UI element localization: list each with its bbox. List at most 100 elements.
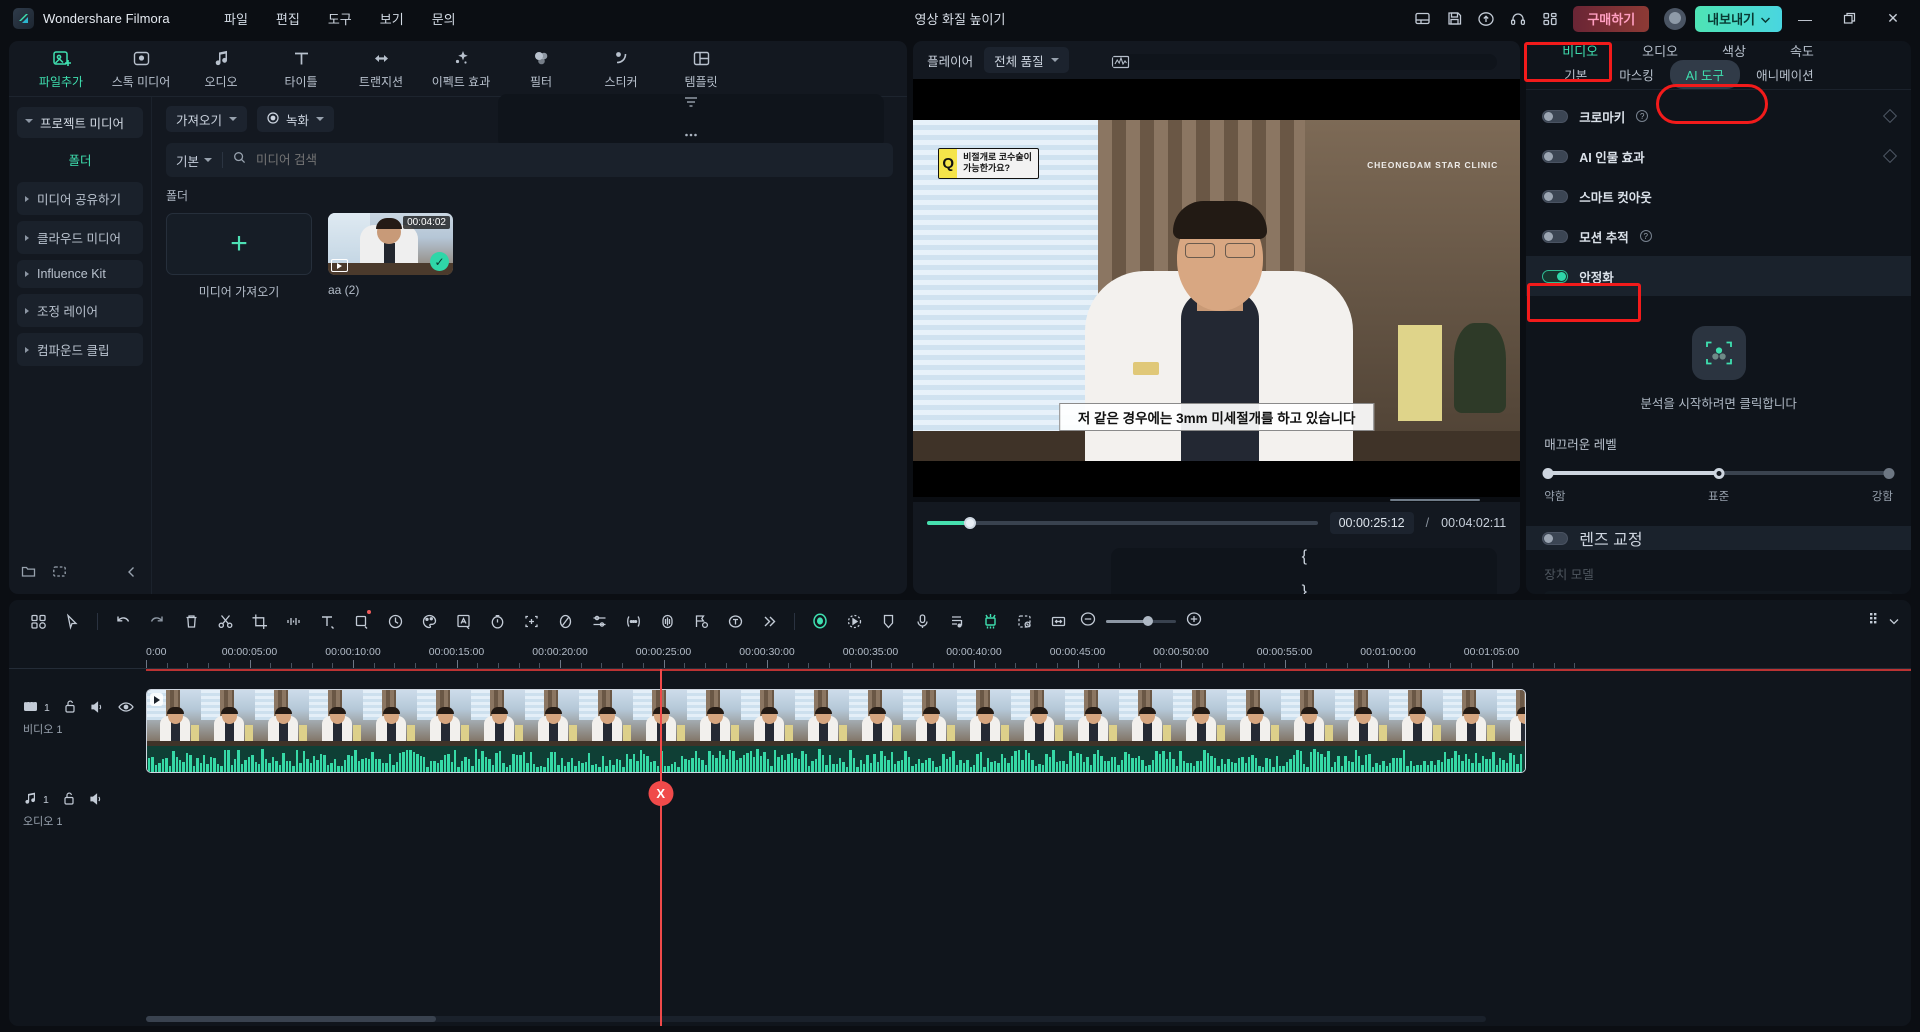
layout-grid-icon[interactable]: [21, 606, 55, 636]
nav-transition[interactable]: 트랜지션: [343, 44, 419, 94]
export-button[interactable]: 내보내기: [1695, 5, 1782, 32]
menu-edit[interactable]: 편집: [262, 3, 314, 34]
media-clip-tile[interactable]: 00:04:02 ✓ aa (2): [328, 213, 453, 300]
split-scissors-icon[interactable]: [208, 606, 242, 636]
new-folder-icon[interactable]: [21, 564, 36, 584]
redo-icon[interactable]: [140, 606, 174, 636]
color-palette-icon[interactable]: [412, 606, 446, 636]
nav-effects[interactable]: 이펙트 효과: [423, 44, 499, 94]
zoom-slider[interactable]: [1106, 616, 1176, 626]
menu-contact[interactable]: 문의: [418, 3, 470, 34]
subtab-basic[interactable]: 기본: [1548, 60, 1603, 89]
save-icon[interactable]: [1439, 5, 1469, 33]
mute-icon[interactable]: [90, 700, 105, 717]
stabilize-target-icon[interactable]: [1691, 326, 1746, 380]
add-item-icon[interactable]: [52, 564, 67, 584]
close-icon[interactable]: ✕: [1872, 0, 1914, 37]
zoom-slider-handle[interactable]: [1143, 616, 1153, 626]
clip-play-icon[interactable]: [150, 693, 163, 706]
duration-timer-icon[interactable]: [480, 606, 514, 636]
tab-color[interactable]: 색상: [1700, 41, 1768, 60]
toggle-row-ai-portrait[interactable]: AI 인물 효과: [1526, 136, 1911, 176]
text-tool-icon[interactable]: [310, 606, 344, 636]
seek-knob[interactable]: [964, 517, 977, 529]
import-button[interactable]: 가져오기: [166, 106, 248, 132]
search-input[interactable]: [256, 153, 884, 167]
nav-stock-media[interactable]: 스톡 미디어: [103, 44, 179, 94]
text-to-speech-icon[interactable]: [718, 606, 752, 636]
motion-tracking-switch[interactable]: [1542, 229, 1569, 243]
auto-reframe-icon[interactable]: [514, 606, 548, 636]
subtab-ai-tools[interactable]: AI 도구: [1669, 60, 1741, 89]
menu-tools[interactable]: 도구: [314, 3, 366, 34]
track-options-icon[interactable]: [1868, 611, 1884, 632]
subtab-animation[interactable]: 애니메이션: [1740, 60, 1830, 89]
headset-support-icon[interactable]: [1503, 5, 1533, 33]
keyframe-diamond-icon[interactable]: [1882, 148, 1898, 164]
smooth-level-handle[interactable]: [1713, 468, 1725, 479]
avatar[interactable]: [1664, 7, 1687, 30]
audio-detach-icon[interactable]: [276, 606, 310, 636]
tab-video[interactable]: 비디오: [1540, 41, 1620, 60]
nav-audio[interactable]: 오디오: [183, 44, 259, 94]
zoom-out-icon[interactable]: [1079, 610, 1097, 633]
nav-add-file[interactable]: 파일추가: [23, 44, 99, 94]
mark-out-icon[interactable]: }: [1302, 583, 1307, 594]
select-cursor-icon[interactable]: [55, 606, 89, 636]
timeline-clip[interactable]: [146, 689, 1526, 773]
current-timecode[interactable]: 00:00:25:12: [1329, 512, 1414, 534]
media-clip-thumbnail[interactable]: 00:04:02 ✓: [328, 213, 453, 275]
folder-item-share-media[interactable]: 미디어 공유하기: [17, 182, 143, 215]
import-media-box[interactable]: +: [166, 213, 312, 275]
keyframe-diamond-icon[interactable]: [1882, 108, 1898, 124]
smooth-level-slider[interactable]: [1542, 467, 1895, 479]
layout-icon[interactable]: [1407, 5, 1437, 33]
voice-record-icon[interactable]: [905, 606, 939, 636]
speed-clock-icon[interactable]: [378, 606, 412, 636]
nav-sticker[interactable]: 스티커: [583, 44, 659, 94]
timeline-hscrollbar[interactable]: [146, 1016, 1486, 1022]
timeline-ruler[interactable]: 00:00:00 00:00:05:00 00:00:10:00 00:00:15:0…: [9, 642, 1911, 669]
device-model-select[interactable]: 프로필 선택: [1544, 591, 1894, 594]
lens-correction-switch[interactable]: [1542, 531, 1569, 545]
minimize-icon[interactable]: —: [1784, 0, 1826, 37]
smart-cutout-switch[interactable]: [1542, 189, 1569, 203]
cloud-upload-icon[interactable]: [1471, 5, 1501, 33]
adjust-sliders-icon[interactable]: [582, 606, 616, 636]
playlist-icon[interactable]: [939, 606, 973, 636]
menu-view[interactable]: 보기: [366, 3, 418, 34]
import-media-tile[interactable]: + 미디어 가져오기: [166, 213, 312, 300]
chroma-drop-icon[interactable]: [548, 606, 582, 636]
help-icon[interactable]: ?: [1639, 230, 1652, 242]
eye-visible-icon[interactable]: [118, 701, 134, 716]
waveform-icon[interactable]: [1111, 54, 1498, 70]
freeze-frame-icon[interactable]: [616, 606, 650, 636]
playhead[interactable]: X: [648, 669, 674, 1026]
folder-item-adjustment-layer[interactable]: 조정 레이어: [17, 294, 143, 327]
lock-icon[interactable]: [63, 699, 77, 717]
auto-enhance-icon[interactable]: [446, 606, 480, 636]
buy-button[interactable]: 구매하기: [1573, 5, 1650, 32]
toggle-row-stabilization[interactable]: 안정화: [1526, 256, 1912, 296]
motion-blur-icon[interactable]: [837, 606, 871, 636]
filter-sort-icon[interactable]: [683, 94, 699, 115]
lock-icon[interactable]: [62, 791, 76, 809]
analyze-block[interactable]: 분석을 시작하려면 클릭합니다: [1544, 326, 1893, 412]
crop-icon[interactable]: [242, 606, 276, 636]
folder-item-cloud-media[interactable]: 클라우드 미디어: [17, 221, 143, 254]
toggle-row-smart-cutout[interactable]: 스마트 컷아웃: [1526, 176, 1911, 216]
playhead-split-marker[interactable]: X: [648, 781, 674, 806]
mark-in-icon[interactable]: {: [1302, 548, 1307, 566]
nav-title[interactable]: 타이틀: [263, 44, 339, 94]
mute-icon[interactable]: [89, 792, 104, 809]
video-stage[interactable]: CHEONGDAM STAR CLINIC Q 비절개로 코수술이 가능한가요?…: [913, 79, 1521, 502]
ai-smart-icon[interactable]: [803, 606, 837, 636]
shield-icon[interactable]: [871, 606, 905, 636]
toggle-row-chromakey[interactable]: 크로마키 ?: [1526, 96, 1911, 136]
zoom-in-icon[interactable]: [1185, 610, 1203, 633]
smart-cutout-icon[interactable]: [1007, 606, 1041, 636]
tab-speed[interactable]: 속도: [1768, 41, 1836, 60]
toggle-row-motion-tracking[interactable]: 모션 추적 ?: [1526, 216, 1911, 256]
lens-correction-header[interactable]: 렌즈 교정: [1526, 526, 1912, 550]
chevron-down-icon[interactable]: [1889, 612, 1899, 630]
